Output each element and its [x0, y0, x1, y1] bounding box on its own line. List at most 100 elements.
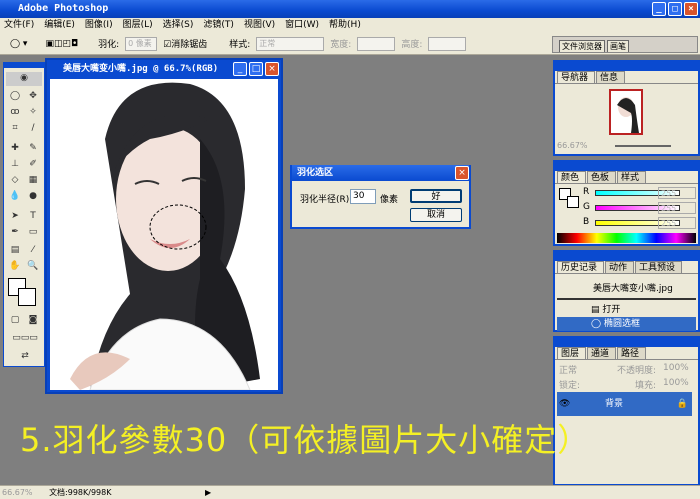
history-snapshot[interactable]: 美唇大嘴变小嘴.jpg [557, 278, 696, 300]
style-select[interactable]: 正常 [256, 36, 325, 51]
cancel-button[interactable]: 取消 [410, 208, 462, 222]
eyedropper-icon[interactable]: ⁄ [26, 244, 40, 256]
channel-b-value[interactable]: 255 [658, 217, 696, 229]
tab-file-browser[interactable]: 文件浏览器 [559, 40, 605, 52]
notes-tool-icon[interactable]: ▤ [8, 244, 22, 256]
shape-tool-icon[interactable]: ▭ [26, 226, 40, 238]
zoom-tool-icon[interactable]: 🔍 [26, 260, 40, 272]
color-spectrum-bar[interactable] [557, 233, 696, 243]
menu-help[interactable]: 帮助(H) [329, 18, 361, 33]
tab-swatches[interactable]: 色板 [587, 171, 617, 183]
tab-navigator[interactable]: 导航器 [557, 71, 596, 83]
selection-mode-icons[interactable]: ▣◫◰◘ [45, 39, 78, 49]
channel-g-label: G [583, 202, 590, 212]
marquee-tool-icon[interactable]: ◯ [8, 90, 22, 102]
blur-tool-icon[interactable]: 💧 [8, 190, 22, 202]
doc-minimize-button[interactable]: _ [233, 62, 247, 76]
status-bar: 66.67% 文档:998K/998K ▶ [0, 485, 700, 499]
menu-edit[interactable]: 编辑(E) [44, 18, 75, 33]
height-input[interactable] [428, 36, 467, 51]
tutorial-caption: 5.羽化參數30（可依據圖片大小確定） [20, 421, 591, 459]
type-tool-icon[interactable]: T [26, 210, 40, 222]
magic-wand-icon[interactable]: ✧ [26, 106, 40, 118]
screen-mode-icons[interactable]: ▭▭▭ [8, 332, 42, 344]
menu-layer[interactable]: 图层(L) [123, 18, 153, 33]
jump-to-imageready-icon[interactable]: ⇄ [8, 350, 42, 362]
tab-paths[interactable]: 路径 [617, 347, 647, 359]
layer-background[interactable]: 👁 背景 🔒 [557, 392, 692, 416]
visibility-eye-icon[interactable]: 👁 [559, 392, 570, 416]
menu-bar: 文件(F) 编辑(E) 图像(I) 图层(L) 选择(S) 滤镜(T) 视图(V… [0, 18, 700, 33]
navigator-zoom-slider[interactable] [615, 145, 671, 147]
pen-tool-icon[interactable]: ✒ [8, 226, 22, 238]
background-color-swatch[interactable] [18, 288, 36, 306]
menu-filter[interactable]: 滤镜(T) [203, 18, 234, 33]
crop-tool-icon[interactable]: ⌗ [8, 122, 22, 134]
antialias-checkbox[interactable]: ☑消除锯齿 [163, 37, 207, 50]
tab-brushes[interactable]: 画笔 [607, 40, 629, 52]
menu-file[interactable]: 文件(F) [4, 18, 34, 33]
maximize-button[interactable]: □ [668, 2, 682, 16]
navigator-thumbnail[interactable] [609, 89, 643, 135]
image-canvas[interactable] [50, 79, 278, 390]
status-zoom[interactable]: 66.67% [0, 488, 33, 497]
feather-input[interactable]: 0 像素 [125, 36, 158, 51]
fill-input[interactable]: 100% [663, 378, 689, 388]
gradient-tool-icon[interactable]: ▦ [26, 174, 40, 186]
feather-radius-input[interactable]: 30 [350, 189, 376, 204]
stamp-tool-icon[interactable]: ⊥ [8, 158, 22, 170]
tab-layers[interactable]: 图层 [557, 347, 587, 359]
close-button[interactable]: × [684, 2, 698, 16]
history-panel: 历史记录 动作 工具预设 美唇大嘴变小嘴.jpg ▤ 打开 ◯ 椭圆选框 [553, 250, 700, 332]
quickmask-mode-icon[interactable]: ◙ [26, 314, 40, 326]
ok-button[interactable]: 好 [410, 189, 462, 203]
width-input[interactable] [357, 36, 396, 51]
tab-color[interactable]: 颜色 [557, 171, 587, 183]
dodge-tool-icon[interactable]: ● [26, 190, 40, 202]
ellipse-marquee-preset-icon[interactable]: ◯ ▾ [10, 39, 27, 49]
menu-image[interactable]: 图像(I) [85, 18, 113, 33]
menu-select[interactable]: 选择(S) [163, 18, 194, 33]
tab-styles[interactable]: 样式 [617, 171, 647, 183]
tab-history[interactable]: 历史记录 [557, 261, 605, 273]
lock-label: 锁定: [559, 381, 581, 391]
tab-info[interactable]: 信息 [596, 71, 626, 83]
portrait-photo [70, 82, 260, 390]
palette-well: 文件浏览器 画笔 [552, 36, 698, 53]
healing-brush-icon[interactable]: ✚ [8, 142, 22, 154]
dialog-close-button[interactable]: × [455, 166, 469, 180]
menu-view[interactable]: 视图(V) [244, 18, 275, 33]
tab-channels[interactable]: 通道 [587, 347, 617, 359]
lasso-tool-icon[interactable]: ꝏ [8, 106, 22, 118]
history-item-open[interactable]: ▤ 打开 [557, 303, 696, 317]
standard-mode-icon[interactable]: ▢ [8, 314, 22, 326]
eraser-tool-icon[interactable]: ◇ [8, 174, 22, 186]
history-brush-icon[interactable]: ✐ [26, 158, 40, 170]
hand-tool-icon[interactable]: ✋ [8, 260, 22, 272]
navigator-zoom[interactable]: 66.67% [557, 141, 588, 150]
fill-label: 填充: [635, 381, 657, 391]
brush-tool-icon[interactable]: ✎ [26, 142, 40, 154]
history-item-label: 椭圆选框 [603, 319, 640, 329]
path-select-icon[interactable]: ➤ [8, 210, 22, 222]
history-item-ellipse[interactable]: ◯ 椭圆选框 [557, 317, 696, 331]
move-tool-icon[interactable]: ✥ [26, 90, 40, 102]
minimize-button[interactable]: _ [652, 2, 666, 16]
doc-close-button[interactable]: × [265, 62, 279, 76]
blend-mode-select[interactable]: 正常 [559, 363, 577, 376]
photoshop-logo-icon[interactable]: ◉ [6, 72, 42, 86]
channel-r-value[interactable]: 255 [658, 187, 696, 199]
slice-tool-icon[interactable]: / [26, 122, 40, 134]
menu-window[interactable]: 窗口(W) [285, 18, 319, 33]
unit-label: 像素 [380, 195, 399, 205]
status-menu-arrow-icon[interactable]: ▶ [205, 486, 211, 499]
color-panel: 颜色 色板 样式 R 255 G 255 B 255 [553, 160, 700, 246]
opacity-label: 不透明度: [617, 366, 657, 376]
color-background-swatch[interactable] [567, 196, 579, 208]
opacity-input[interactable]: 100% [663, 363, 689, 373]
doc-maximize-button[interactable]: □ [249, 62, 263, 76]
tab-tool-presets[interactable]: 工具预设 [635, 261, 683, 273]
tab-actions[interactable]: 动作 [605, 261, 635, 273]
status-doc-size: 文档:998K/998K [49, 488, 112, 497]
channel-g-value[interactable]: 255 [658, 202, 696, 214]
